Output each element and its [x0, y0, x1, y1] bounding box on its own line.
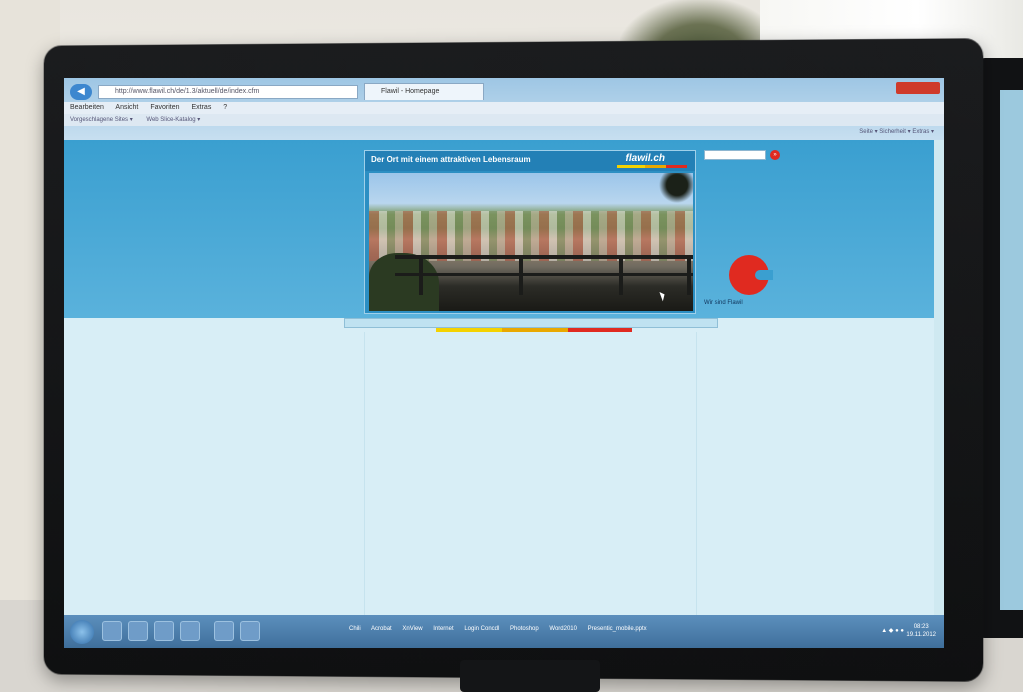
web-page: Der Ort mit einem attraktiven Lebensraum…	[64, 140, 934, 615]
taskbar-item[interactable]: XnView	[402, 626, 422, 632]
pinned-chrome-icon[interactable]	[214, 621, 234, 641]
taskbar-item[interactable]: Presentic_mobile.pptx	[588, 626, 647, 632]
favorite-web-slice[interactable]: Web Slice-Katalog ▾	[146, 117, 200, 123]
nav-stripe-red	[568, 328, 632, 332]
command-bar[interactable]: Seite ▾ Sicherheit ▾ Extras ▾	[859, 128, 934, 135]
hanging-leaves	[653, 173, 693, 203]
search-input[interactable]	[704, 150, 766, 160]
menu-bar: Bearbeiten Ansicht Favoriten Extras ?	[64, 102, 944, 114]
taskbar-clock[interactable]: 08:23 19.11.2012	[906, 623, 936, 639]
menu-item-help[interactable]: ?	[223, 104, 227, 111]
railing-middle	[395, 273, 693, 276]
taskbar-items: Chili Acrobat XnView Internet Login Conc…	[349, 626, 656, 632]
pinned-word-icon[interactable]	[240, 621, 260, 641]
monitor-screen: ◀ http://www.flawil.ch/de/1.3/aktuell/de…	[64, 78, 944, 648]
emblem-label[interactable]: Wir sind Flawil	[704, 300, 743, 306]
site-title: Der Ort mit einem attraktiven Lebensraum	[371, 155, 531, 164]
logo-color-bars	[617, 165, 687, 168]
site-banner: Der Ort mit einem attraktiven Lebensraum…	[364, 150, 696, 314]
town-roofs	[369, 211, 693, 261]
browser-tab[interactable]: Flawil - Homepage	[364, 83, 484, 100]
system-tray-icons[interactable]: ▲ ◆ ● ●	[881, 627, 904, 634]
window-controls[interactable]	[896, 82, 940, 94]
taskbar: Chili Acrobat XnView Internet Login Conc…	[64, 615, 944, 648]
taskbar-item[interactable]: Login Concdl	[464, 626, 499, 632]
railing-post	[419, 255, 423, 295]
railing-post	[687, 255, 691, 295]
mouse-cursor-icon	[659, 291, 666, 302]
menu-item-favorites[interactable]: Favoriten	[150, 104, 179, 111]
clock-time: 08:23	[906, 623, 936, 631]
pinned-app-icon[interactable]	[180, 621, 200, 641]
pinned-explorer-icon[interactable]	[102, 621, 122, 641]
taskbar-item[interactable]: Word2010	[549, 626, 577, 632]
column-divider	[696, 332, 697, 615]
pinned-media-icon[interactable]	[154, 621, 174, 641]
menu-item-view[interactable]: Ansicht	[115, 104, 138, 111]
taskbar-item[interactable]: Internet	[433, 626, 453, 632]
tree-foliage	[369, 253, 439, 311]
second-monitor-screen	[1000, 90, 1023, 610]
favorite-suggested-sites[interactable]: Vorgeschlagene Sites ▾	[70, 117, 133, 123]
main-navigation[interactable]	[344, 318, 718, 328]
site-logo[interactable]: flawil.ch	[626, 153, 665, 164]
town-photo	[369, 173, 693, 311]
address-bar[interactable]: http://www.flawil.ch/de/1.3/aktuell/de/i…	[98, 85, 358, 99]
nav-stripe-orange	[502, 328, 568, 332]
railing-post	[619, 255, 623, 295]
taskbar-item[interactable]: Acrobat	[371, 626, 392, 632]
favorites-bar: Vorgeschlagene Sites ▾ Web Slice-Katalog…	[64, 114, 944, 126]
taskbar-item[interactable]: Photoshop	[510, 626, 539, 632]
taskbar-item[interactable]: Chili	[349, 626, 361, 632]
menu-item-tools[interactable]: Extras	[191, 104, 211, 111]
site-title-bar: Der Ort mit einem attraktiven Lebensraum…	[365, 151, 695, 171]
start-button[interactable]	[70, 620, 94, 644]
back-button[interactable]: ◀	[70, 84, 92, 100]
menu-item-edit[interactable]: Bearbeiten	[70, 104, 104, 111]
search-go-button[interactable]: »	[770, 150, 780, 160]
pinned-folder-icon[interactable]	[128, 621, 148, 641]
railing-top	[395, 255, 693, 259]
railing-post	[519, 255, 523, 295]
column-divider	[364, 332, 365, 615]
page-header: Der Ort mit einem attraktiven Lebensraum…	[64, 140, 934, 318]
emblem-cutout	[755, 270, 773, 280]
monitor-stand	[460, 660, 600, 692]
clock-date: 19.11.2012	[906, 631, 936, 639]
nav-stripe-yellow	[436, 328, 502, 332]
